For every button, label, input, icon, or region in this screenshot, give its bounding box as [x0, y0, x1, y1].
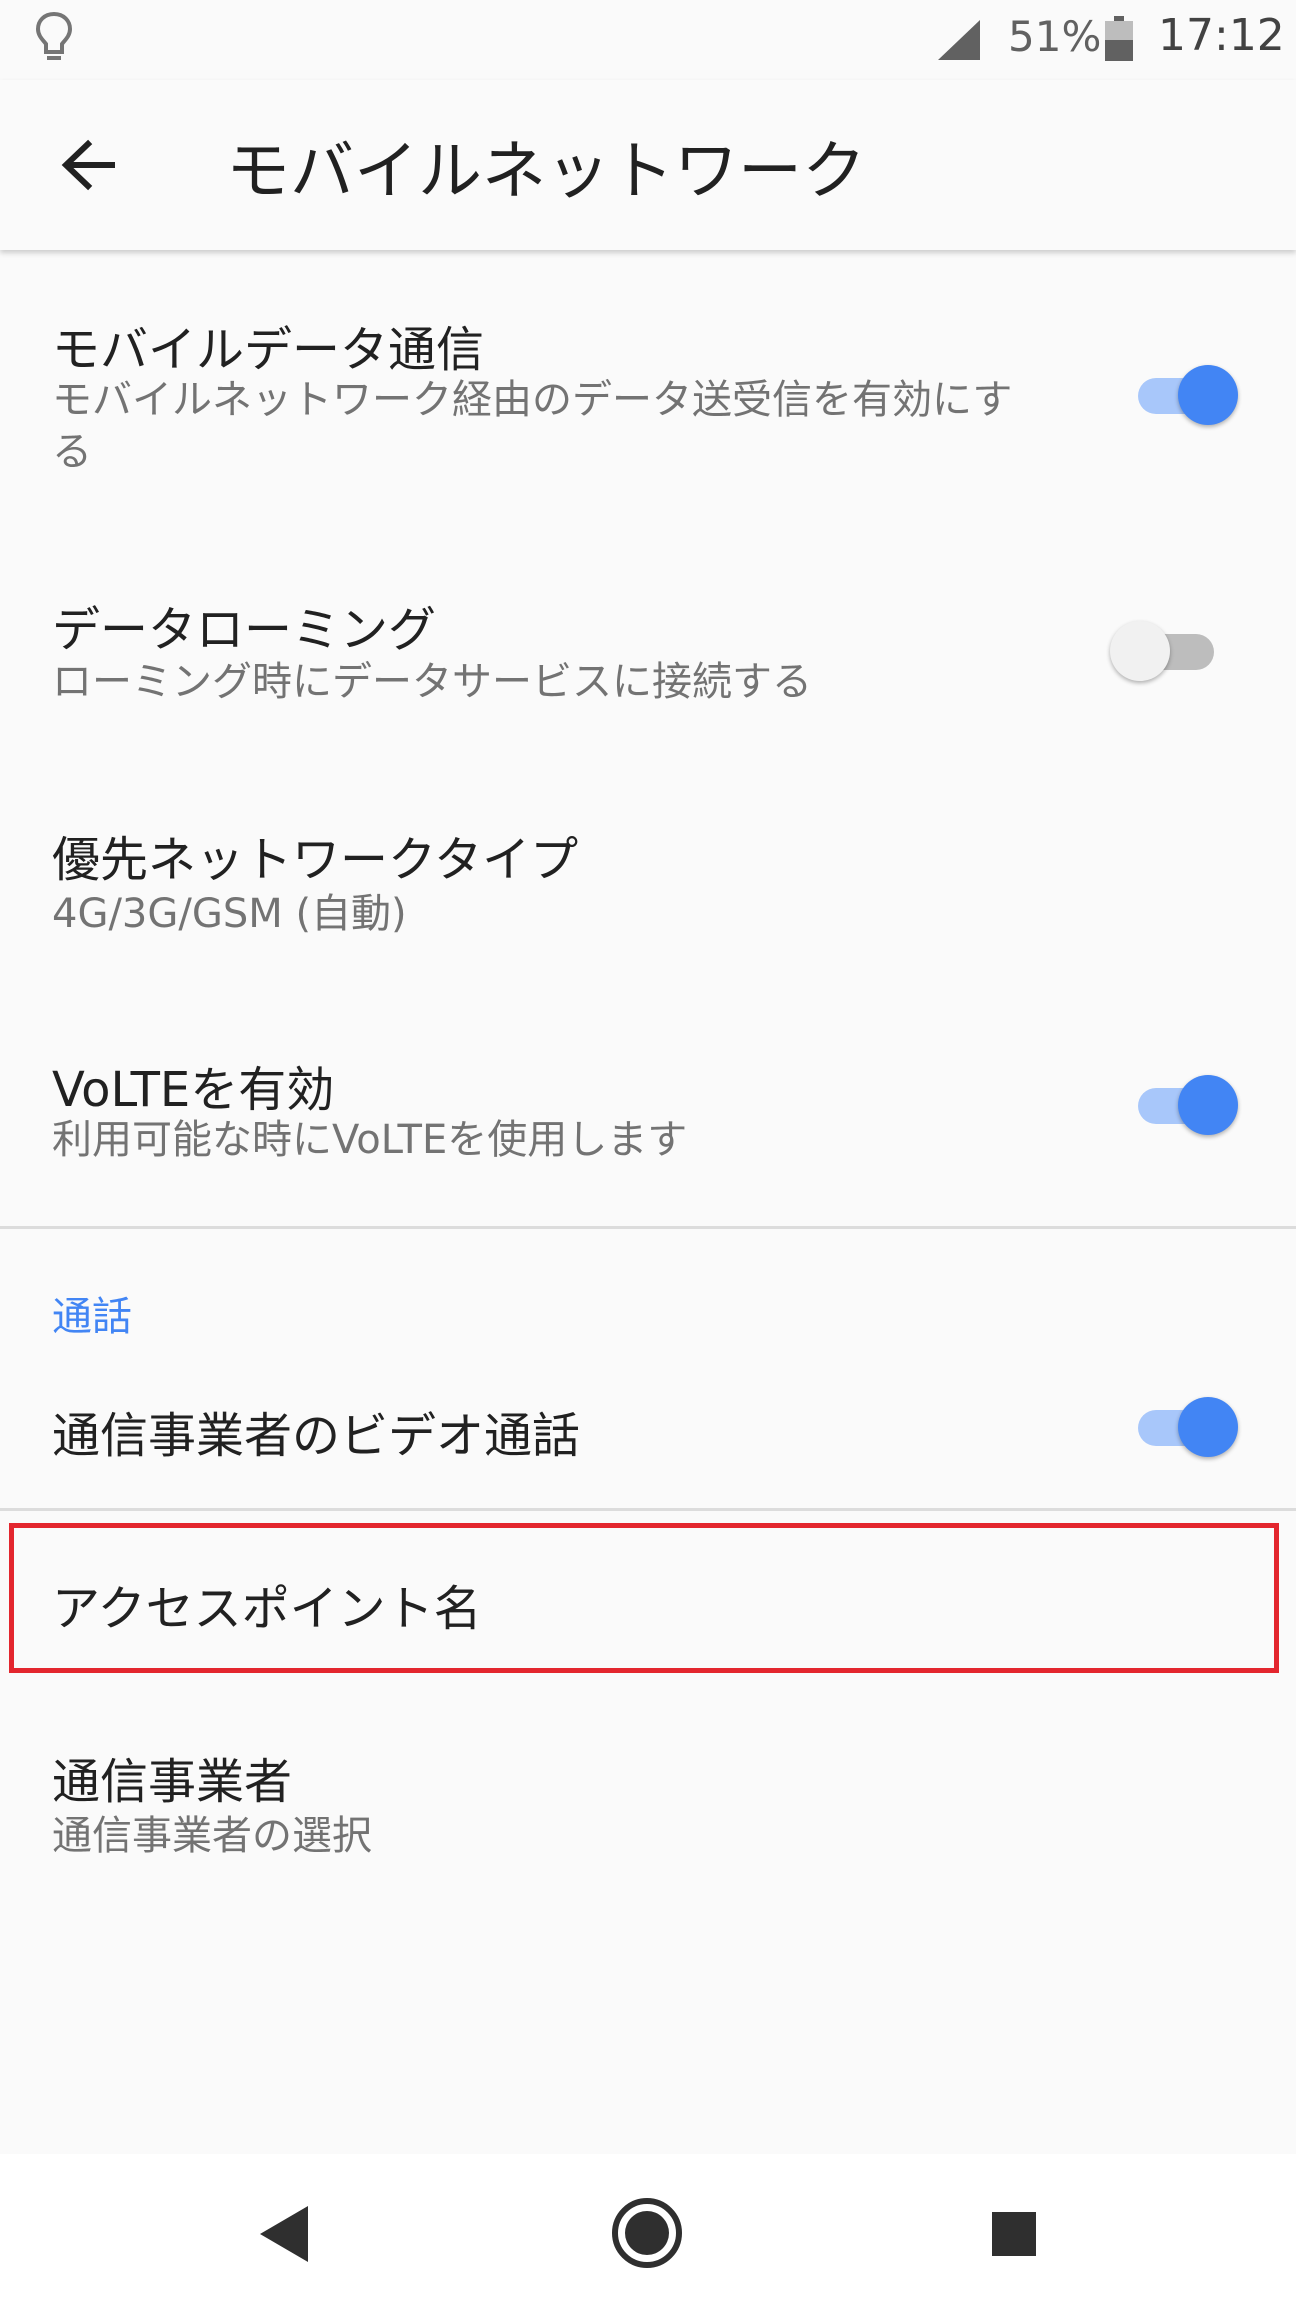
arrow-back-icon[interactable]: [54, 130, 124, 200]
pref-mobile-data[interactable]: モバイルデータ通信 モバイルネットワーク経由のデータ送受信を有効にする: [0, 250, 1296, 560]
navigation-bar: [0, 2154, 1296, 2304]
nav-back-icon[interactable]: [256, 2202, 312, 2266]
nav-home-icon[interactable]: [610, 2196, 684, 2270]
app-bar: モバイルネットワーク: [0, 80, 1296, 250]
pref-preferred-network-type[interactable]: 優先ネットワークタイプ 4G/3G/GSM (自動): [0, 780, 1296, 980]
pref-summary: 4G/3G/GSM (自動): [52, 891, 407, 937]
switch-thumb: [1178, 365, 1238, 425]
battery-percent: 51%: [1008, 12, 1102, 61]
section-divider: [0, 1226, 1296, 1229]
pref-summary: 通信事業者の選択: [52, 1813, 372, 1859]
switch-thumb: [1110, 621, 1170, 681]
pref-summary: モバイルネットワーク経由のデータ送受信を有効にする: [52, 377, 1013, 475]
pref-title: 優先ネットワークタイプ: [52, 832, 579, 888]
switch-thumb: [1178, 1397, 1238, 1457]
battery-icon: [1105, 16, 1133, 61]
signal-icon: [938, 20, 980, 60]
section-header-calls: 通話: [52, 1294, 132, 1340]
pref-carrier-video-call[interactable]: 通信事業者のビデオ通話: [0, 1360, 1296, 1500]
pref-summary: ローミング時にデータサービスに接続する: [52, 659, 812, 705]
pref-title: VoLTEを有効: [52, 1062, 335, 1118]
pref-carrier[interactable]: 通信事業者 通信事業者の選択: [0, 1720, 1296, 1920]
pref-title: データローミング: [52, 602, 437, 658]
pref-title: 通信事業者: [52, 1754, 293, 1810]
pref-summary: 利用可能な時にVoLTEを使用します: [52, 1117, 688, 1163]
pref-title: モバイルデータ通信: [52, 322, 485, 378]
section-divider: [0, 1508, 1296, 1511]
page-title: モバイルネットワーク: [226, 135, 866, 209]
clock: 17:12: [1158, 10, 1285, 61]
pref-data-roaming[interactable]: データローミング ローミング時にデータサービスに接続する: [0, 560, 1296, 760]
switch-thumb: [1178, 1075, 1238, 1135]
data-roaming-toggle[interactable]: [1110, 618, 1220, 681]
nav-recents-icon[interactable]: [990, 2210, 1038, 2258]
lightbulb-icon: [35, 11, 73, 60]
status-bar: 51% 17:12: [0, 0, 1296, 80]
highlight-box: [9, 1523, 1279, 1673]
video-call-toggle[interactable]: [1124, 1394, 1238, 1457]
volte-toggle[interactable]: [1124, 1072, 1238, 1135]
pref-title: 通信事業者のビデオ通話: [52, 1408, 581, 1464]
pref-volte[interactable]: VoLTEを有効 利用可能な時にVoLTEを使用します: [0, 1010, 1296, 1220]
mobile-data-toggle[interactable]: [1124, 362, 1238, 425]
